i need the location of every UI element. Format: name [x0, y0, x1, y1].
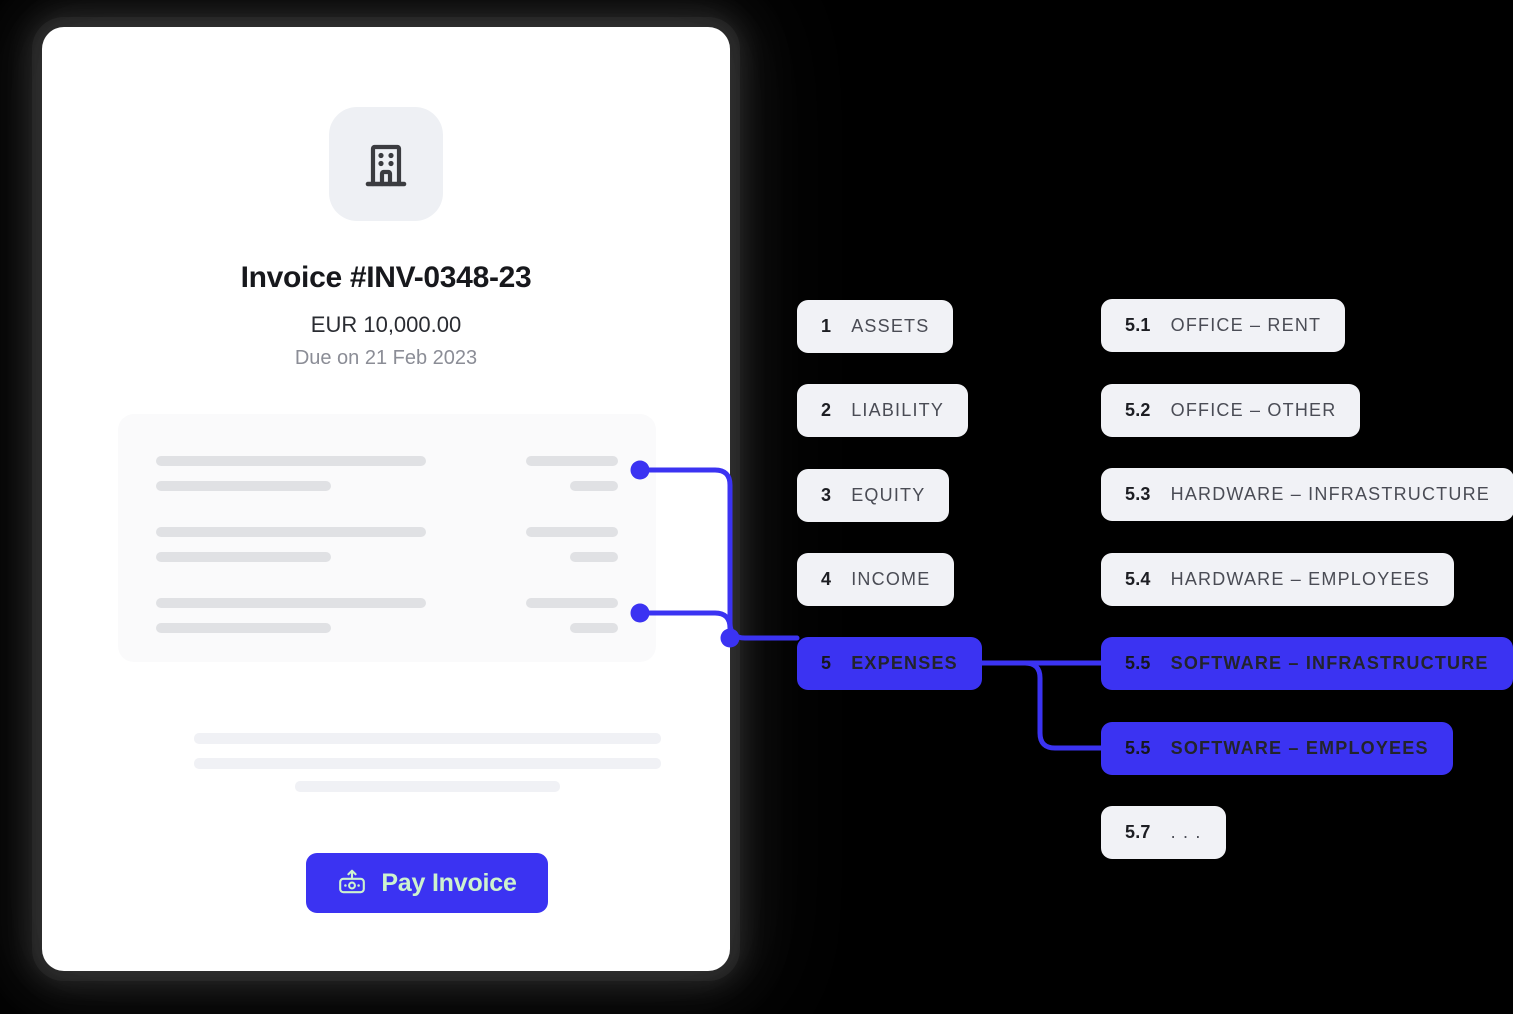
account-tag-label: EXPENSES — [851, 653, 958, 673]
placeholder-bar — [156, 598, 426, 608]
account-tag-expenses[interactable]: 5 EXPENSES — [797, 637, 982, 690]
account-tag-assets[interactable]: 1 ASSETS — [797, 300, 954, 353]
placeholder-bar — [526, 527, 618, 537]
account-tag-label: EQUITY — [851, 485, 926, 505]
invoice-title: Invoice #INV-0348-23 — [240, 261, 532, 294]
subaccount-tag-number: 5.7 — [1125, 822, 1151, 842]
placeholder-bar — [156, 552, 331, 562]
screenshot-root: Invoice #INV-0348-23 EUR 10,000.00 Due o… — [0, 0, 1513, 1014]
subaccount-tag-label: OFFICE – OTHER — [1170, 400, 1337, 420]
account-tag-number: 4 — [821, 569, 832, 589]
invoice-due-date: Due on 21 Feb 2023 — [294, 347, 478, 369]
footer-placeholder-bar — [194, 733, 661, 744]
invoice-card: Invoice #INV-0348-23 EUR 10,000.00 Due o… — [42, 27, 730, 971]
account-tag-label: ASSETS — [851, 316, 930, 336]
subaccount-tag-label: . . . — [1170, 822, 1202, 842]
subaccount-tag-hardware-employees[interactable]: 5.4 HARDWARE – EMPLOYEES — [1101, 553, 1455, 606]
account-tag-liability[interactable]: 2 LIABILITY — [797, 384, 969, 437]
account-tag-number: 5 — [821, 653, 832, 673]
subaccount-tag-number: 5.5 — [1125, 653, 1151, 673]
line-item-row — [118, 598, 656, 642]
placeholder-bar — [156, 456, 426, 466]
invoice-amount: EUR 10,000.00 — [310, 312, 462, 337]
pay-invoice-button[interactable]: Pay Invoice — [306, 853, 548, 913]
placeholder-bar — [570, 552, 618, 562]
placeholder-bar — [156, 527, 426, 537]
subaccount-tag-number: 5.4 — [1125, 569, 1151, 589]
account-tag-number: 3 — [821, 485, 832, 505]
line-item-row — [118, 456, 656, 500]
subaccount-tag-label: SOFTWARE – EMPLOYEES — [1170, 738, 1429, 758]
subaccount-tag-label: HARDWARE – INFRASTRUCTURE — [1170, 484, 1490, 504]
account-tag-label: INCOME — [851, 569, 931, 589]
subaccount-tag-number: 5.3 — [1125, 484, 1151, 504]
subaccount-tag-label: HARDWARE – EMPLOYEES — [1170, 569, 1431, 589]
subaccount-tag-office-rent[interactable]: 5.1 OFFICE – RENT — [1101, 299, 1346, 352]
subaccount-tag-office-other[interactable]: 5.2 OFFICE – OTHER — [1101, 384, 1361, 437]
placeholder-bar — [526, 598, 618, 608]
placeholder-bar — [156, 481, 331, 491]
account-tag-number: 1 — [821, 316, 832, 336]
account-tag-number: 2 — [821, 400, 832, 420]
account-tag-income[interactable]: 4 INCOME — [797, 553, 955, 606]
footer-placeholder-bar — [194, 758, 661, 769]
pay-invoice-label: Pay Invoice — [381, 868, 517, 897]
line-item-row — [118, 527, 656, 571]
account-tag-label: LIABILITY — [851, 400, 945, 420]
placeholder-bar — [570, 481, 618, 491]
payment-terminal-upload-icon — [337, 868, 367, 898]
subaccount-tag-software-infrastructure[interactable]: 5.5 SOFTWARE – INFRASTRUCTURE — [1101, 637, 1513, 690]
subaccount-tag-number: 5.2 — [1125, 400, 1151, 420]
subaccount-tag-hardware-infrastructure[interactable]: 5.3 HARDWARE – INFRASTRUCTURE — [1101, 468, 1513, 521]
line-items-placeholder — [118, 414, 656, 662]
placeholder-bar — [156, 623, 331, 633]
placeholder-bar — [570, 623, 618, 633]
building-icon — [358, 136, 414, 192]
company-logo-tile — [329, 107, 443, 221]
footer-placeholder-bar — [295, 781, 560, 792]
subaccount-tag-number: 5.1 — [1125, 315, 1151, 335]
subaccount-tag-more[interactable]: 5.7 . . . — [1101, 806, 1226, 859]
subaccount-tag-label: SOFTWARE – INFRASTRUCTURE — [1170, 653, 1489, 673]
placeholder-bar — [526, 456, 618, 466]
account-tag-equity[interactable]: 3 EQUITY — [797, 469, 950, 522]
subaccount-tag-number: 5.5 — [1125, 738, 1151, 758]
subaccount-tag-label: OFFICE – RENT — [1170, 315, 1322, 335]
subaccount-tag-software-employees[interactable]: 5.5 SOFTWARE – EMPLOYEES — [1101, 722, 1453, 775]
